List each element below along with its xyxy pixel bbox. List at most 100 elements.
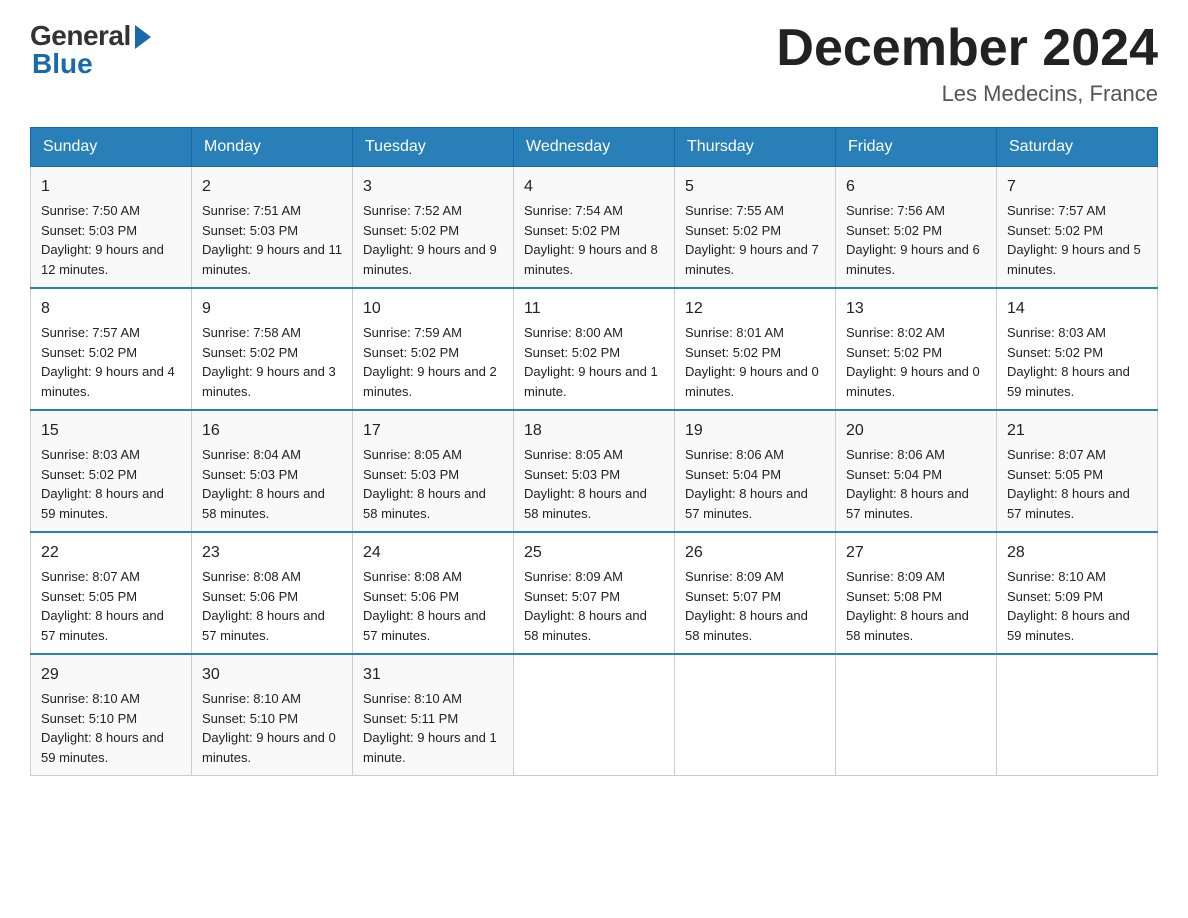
day-sunset: Sunset: 5:10 PM <box>41 711 137 726</box>
day-sunset: Sunset: 5:08 PM <box>846 589 942 604</box>
day-number: 14 <box>1007 297 1147 321</box>
day-number: 3 <box>363 175 503 199</box>
day-number: 7 <box>1007 175 1147 199</box>
day-sunrise: Sunrise: 8:05 AM <box>363 447 462 462</box>
day-sunrise: Sunrise: 7:59 AM <box>363 325 462 340</box>
day-sunset: Sunset: 5:02 PM <box>363 345 459 360</box>
day-number: 26 <box>685 541 825 565</box>
day-number: 16 <box>202 419 342 443</box>
day-number: 21 <box>1007 419 1147 443</box>
calendar-cell: 13 Sunrise: 8:02 AM Sunset: 5:02 PM Dayl… <box>836 288 997 410</box>
day-sunrise: Sunrise: 8:05 AM <box>524 447 623 462</box>
day-daylight: Daylight: 8 hours and 58 minutes. <box>202 486 325 521</box>
day-daylight: Daylight: 8 hours and 57 minutes. <box>363 608 486 643</box>
day-sunrise: Sunrise: 7:55 AM <box>685 203 784 218</box>
day-sunset: Sunset: 5:09 PM <box>1007 589 1103 604</box>
day-number: 6 <box>846 175 986 199</box>
calendar-cell: 26 Sunrise: 8:09 AM Sunset: 5:07 PM Dayl… <box>675 532 836 654</box>
calendar-cell: 29 Sunrise: 8:10 AM Sunset: 5:10 PM Dayl… <box>31 654 192 776</box>
day-sunrise: Sunrise: 8:06 AM <box>846 447 945 462</box>
day-sunset: Sunset: 5:02 PM <box>685 223 781 238</box>
day-sunrise: Sunrise: 8:08 AM <box>202 569 301 584</box>
day-sunset: Sunset: 5:06 PM <box>202 589 298 604</box>
day-header-thursday: Thursday <box>675 128 836 167</box>
logo-blue-text: Blue <box>32 48 93 80</box>
day-daylight: Daylight: 9 hours and 0 minutes. <box>685 364 819 399</box>
calendar-cell: 6 Sunrise: 7:56 AM Sunset: 5:02 PM Dayli… <box>836 167 997 289</box>
day-sunrise: Sunrise: 7:51 AM <box>202 203 301 218</box>
calendar-cell: 18 Sunrise: 8:05 AM Sunset: 5:03 PM Dayl… <box>514 410 675 532</box>
calendar-cell: 31 Sunrise: 8:10 AM Sunset: 5:11 PM Dayl… <box>353 654 514 776</box>
day-sunset: Sunset: 5:03 PM <box>202 467 298 482</box>
day-number: 15 <box>41 419 181 443</box>
day-sunset: Sunset: 5:05 PM <box>41 589 137 604</box>
day-sunset: Sunset: 5:02 PM <box>41 467 137 482</box>
day-number: 23 <box>202 541 342 565</box>
day-daylight: Daylight: 8 hours and 58 minutes. <box>363 486 486 521</box>
day-sunset: Sunset: 5:02 PM <box>846 345 942 360</box>
day-daylight: Daylight: 9 hours and 11 minutes. <box>202 242 342 277</box>
calendar-cell: 23 Sunrise: 8:08 AM Sunset: 5:06 PM Dayl… <box>192 532 353 654</box>
calendar-cell <box>836 654 997 776</box>
day-daylight: Daylight: 9 hours and 5 minutes. <box>1007 242 1141 277</box>
day-sunrise: Sunrise: 8:07 AM <box>1007 447 1106 462</box>
day-number: 28 <box>1007 541 1147 565</box>
day-daylight: Daylight: 8 hours and 59 minutes. <box>1007 364 1130 399</box>
day-sunset: Sunset: 5:02 PM <box>202 345 298 360</box>
day-header-friday: Friday <box>836 128 997 167</box>
calendar-cell: 2 Sunrise: 7:51 AM Sunset: 5:03 PM Dayli… <box>192 167 353 289</box>
day-number: 19 <box>685 419 825 443</box>
calendar-cell <box>514 654 675 776</box>
month-title: December 2024 <box>776 20 1158 77</box>
calendar-cell: 11 Sunrise: 8:00 AM Sunset: 5:02 PM Dayl… <box>514 288 675 410</box>
calendar-cell: 7 Sunrise: 7:57 AM Sunset: 5:02 PM Dayli… <box>997 167 1158 289</box>
day-number: 30 <box>202 663 342 687</box>
day-daylight: Daylight: 9 hours and 0 minutes. <box>846 364 980 399</box>
location-text: Les Medecins, France <box>776 81 1158 107</box>
logo-arrow-icon <box>135 25 151 49</box>
calendar-cell: 28 Sunrise: 8:10 AM Sunset: 5:09 PM Dayl… <box>997 532 1158 654</box>
day-sunrise: Sunrise: 8:04 AM <box>202 447 301 462</box>
calendar-cell: 19 Sunrise: 8:06 AM Sunset: 5:04 PM Dayl… <box>675 410 836 532</box>
day-sunrise: Sunrise: 8:08 AM <box>363 569 462 584</box>
day-daylight: Daylight: 8 hours and 58 minutes. <box>685 608 808 643</box>
day-number: 29 <box>41 663 181 687</box>
calendar-cell: 24 Sunrise: 8:08 AM Sunset: 5:06 PM Dayl… <box>353 532 514 654</box>
day-number: 11 <box>524 297 664 321</box>
day-daylight: Daylight: 8 hours and 57 minutes. <box>685 486 808 521</box>
day-sunset: Sunset: 5:06 PM <box>363 589 459 604</box>
day-daylight: Daylight: 8 hours and 59 minutes. <box>41 486 164 521</box>
calendar-cell: 14 Sunrise: 8:03 AM Sunset: 5:02 PM Dayl… <box>997 288 1158 410</box>
day-number: 1 <box>41 175 181 199</box>
day-sunrise: Sunrise: 8:09 AM <box>524 569 623 584</box>
day-number: 12 <box>685 297 825 321</box>
day-daylight: Daylight: 8 hours and 58 minutes. <box>846 608 969 643</box>
day-daylight: Daylight: 8 hours and 57 minutes. <box>1007 486 1130 521</box>
calendar-table: SundayMondayTuesdayWednesdayThursdayFrid… <box>30 127 1158 776</box>
day-header-sunday: Sunday <box>31 128 192 167</box>
day-sunset: Sunset: 5:02 PM <box>524 345 620 360</box>
day-daylight: Daylight: 8 hours and 59 minutes. <box>41 730 164 765</box>
day-daylight: Daylight: 9 hours and 1 minute. <box>524 364 658 399</box>
day-daylight: Daylight: 9 hours and 2 minutes. <box>363 364 497 399</box>
day-number: 2 <box>202 175 342 199</box>
day-number: 22 <box>41 541 181 565</box>
calendar-cell: 30 Sunrise: 8:10 AM Sunset: 5:10 PM Dayl… <box>192 654 353 776</box>
day-daylight: Daylight: 8 hours and 57 minutes. <box>202 608 325 643</box>
day-number: 27 <box>846 541 986 565</box>
calendar-cell <box>675 654 836 776</box>
day-sunrise: Sunrise: 7:52 AM <box>363 203 462 218</box>
calendar-cell: 5 Sunrise: 7:55 AM Sunset: 5:02 PM Dayli… <box>675 167 836 289</box>
day-sunset: Sunset: 5:11 PM <box>363 711 458 726</box>
day-daylight: Daylight: 9 hours and 9 minutes. <box>363 242 497 277</box>
day-sunrise: Sunrise: 8:10 AM <box>1007 569 1106 584</box>
day-daylight: Daylight: 9 hours and 12 minutes. <box>41 242 164 277</box>
calendar-cell: 9 Sunrise: 7:58 AM Sunset: 5:02 PM Dayli… <box>192 288 353 410</box>
day-number: 25 <box>524 541 664 565</box>
calendar-cell: 1 Sunrise: 7:50 AM Sunset: 5:03 PM Dayli… <box>31 167 192 289</box>
day-sunset: Sunset: 5:03 PM <box>202 223 298 238</box>
day-sunrise: Sunrise: 8:03 AM <box>1007 325 1106 340</box>
day-sunset: Sunset: 5:02 PM <box>1007 345 1103 360</box>
calendar-week-3: 15 Sunrise: 8:03 AM Sunset: 5:02 PM Dayl… <box>31 410 1158 532</box>
day-sunrise: Sunrise: 8:10 AM <box>41 691 140 706</box>
